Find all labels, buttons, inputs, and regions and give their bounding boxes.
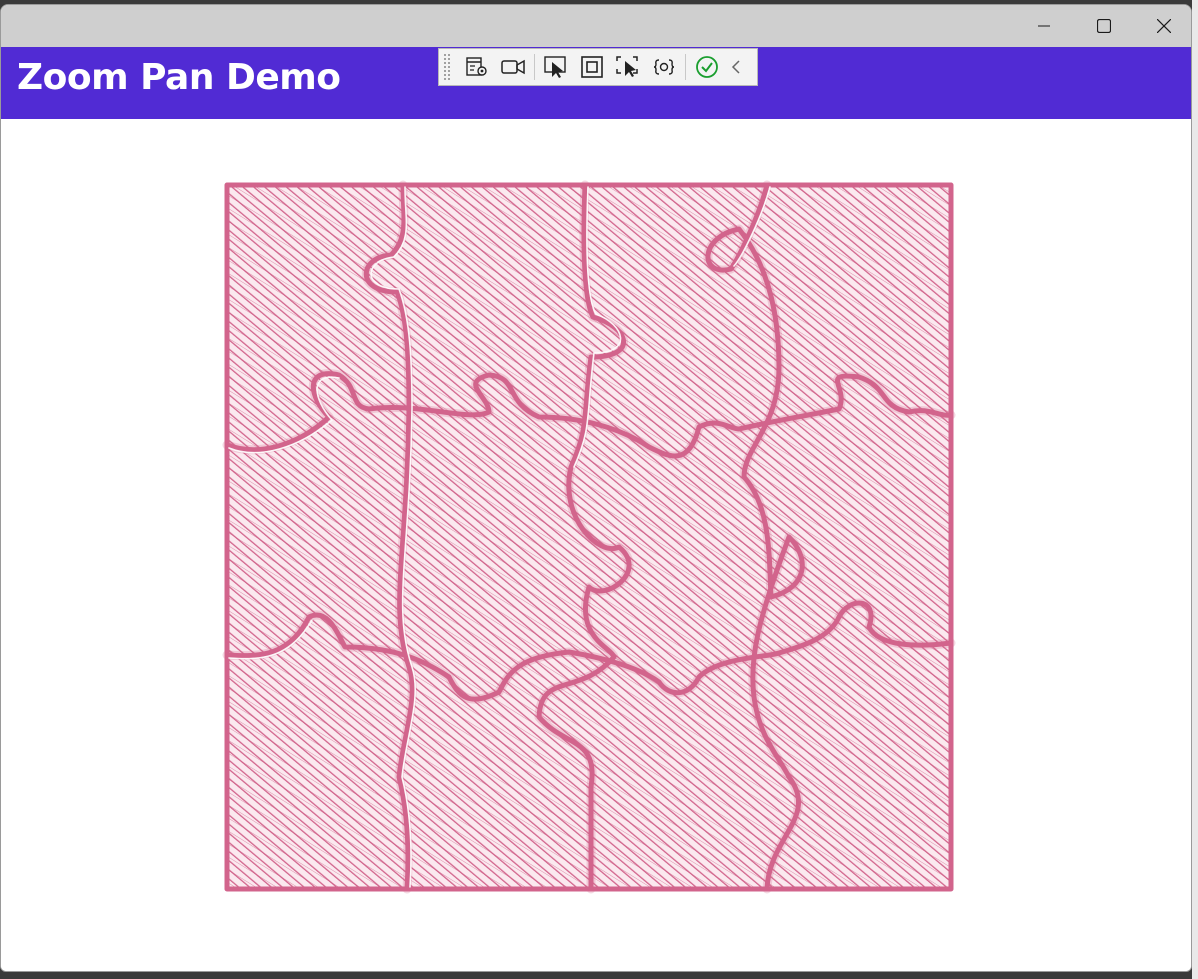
toolbar-separator (534, 54, 535, 80)
hot-reload-icon (653, 59, 675, 75)
no-issues-check-icon (696, 56, 718, 78)
xaml-debug-toolbar (438, 48, 758, 86)
desktop-background (1192, 0, 1198, 979)
puzzle-image[interactable] (219, 177, 959, 897)
page-title: Zoom Pan Demo (17, 57, 341, 98)
close-button[interactable] (1135, 5, 1191, 47)
track-focused-element-icon (616, 56, 638, 77)
close-icon (1157, 19, 1171, 33)
no-issues-button[interactable] (689, 52, 725, 82)
toolbar-separator (685, 54, 686, 80)
display-layout-adorners-button[interactable] (574, 52, 610, 82)
live-visual-tree-icon (466, 57, 487, 76)
display-layout-adorners-icon (581, 56, 603, 78)
maximize-icon (1097, 19, 1111, 33)
record-icon (501, 59, 525, 75)
maximize-button[interactable] (1075, 5, 1133, 47)
collapse-toolbar-button[interactable] (725, 52, 747, 82)
select-element-icon (544, 56, 566, 78)
hot-reload-button[interactable] (646, 52, 682, 82)
track-focused-element-button[interactable] (610, 52, 646, 82)
toolbar-grip[interactable] (443, 53, 451, 81)
minimize-button[interactable] (1015, 5, 1073, 47)
collapse-chevron-icon (731, 60, 740, 74)
select-element-button[interactable] (538, 52, 574, 82)
title-bar[interactable] (1, 5, 1191, 47)
app-window: Zoom Pan Demo (0, 4, 1192, 972)
live-visual-tree-button[interactable] (459, 52, 495, 82)
record-button[interactable] (495, 52, 531, 82)
minimize-icon (1038, 25, 1050, 27)
